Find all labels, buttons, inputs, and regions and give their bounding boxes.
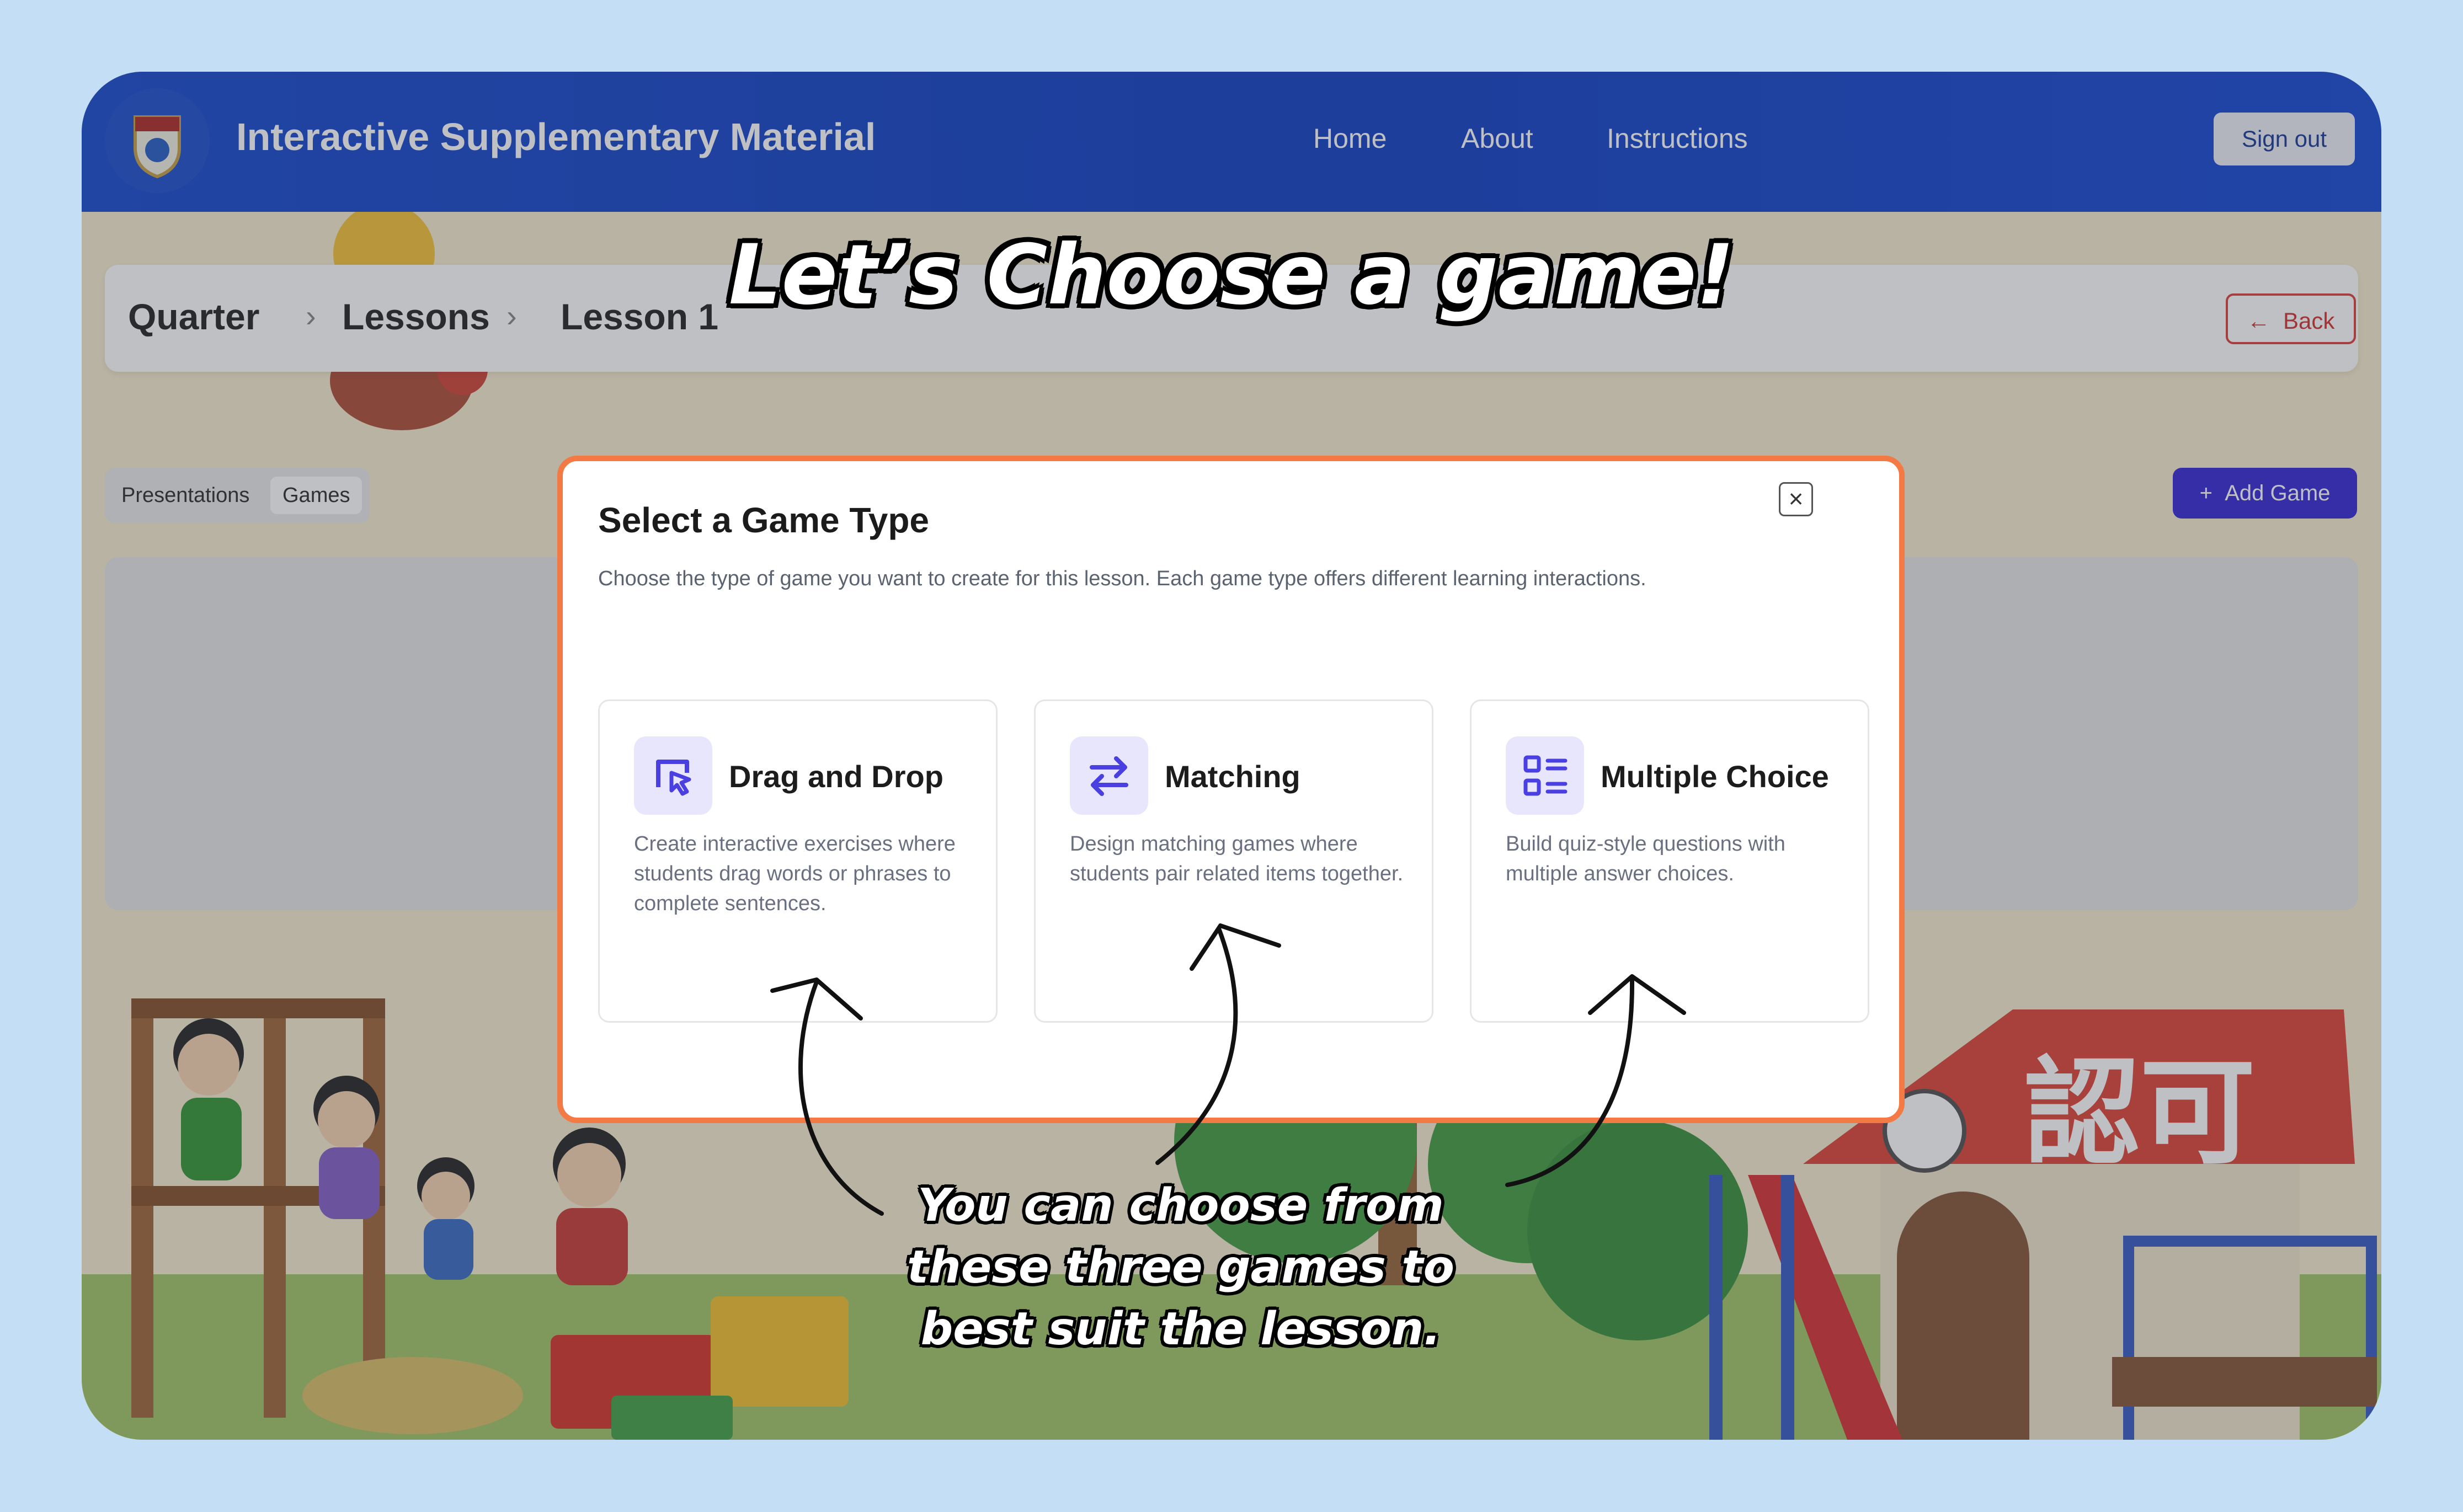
arrow-to-multiple-choice [1505, 977, 1635, 1187]
caption-line: these three games to [907, 1241, 1454, 1294]
caption-line: best suit the lesson. [920, 1303, 1441, 1355]
caption-annotation: You can choose from these three games to… [850, 1175, 1512, 1360]
caption-line: You can choose from [918, 1179, 1444, 1232]
